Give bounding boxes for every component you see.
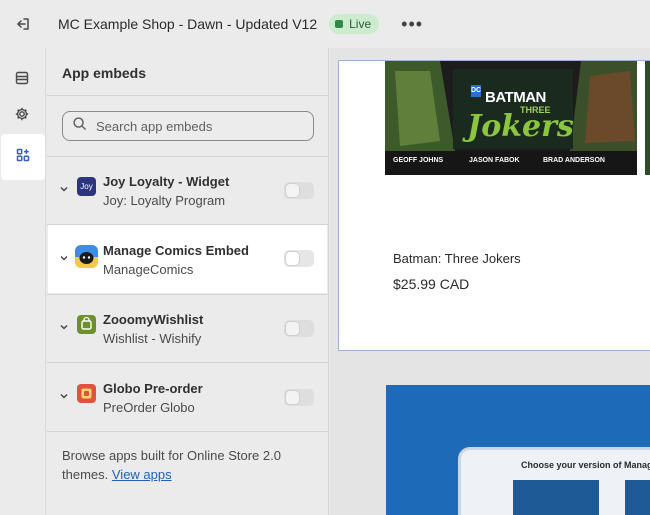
divider [47,431,329,432]
joy-app-icon: Joy [77,177,96,196]
browse-apps-note: Browse apps built for Online Store 2.0 t… [62,446,312,484]
cover-title-top: BATMAN [485,89,546,106]
preorder-app-icon [77,384,96,403]
chevron-down-icon[interactable] [59,322,69,332]
toggle-knob [286,391,299,404]
product-title[interactable]: Batman: Three Jokers [393,251,521,266]
view-apps-link[interactable]: View apps [112,467,172,482]
embed-toggle[interactable] [284,320,314,337]
app-embed-icon [15,147,31,168]
embed-app-name: ManageComics [103,262,194,277]
product-card[interactable]: DC BATMAN THREE Jokers GEOFF JOHNS JASON… [338,60,650,351]
banner-device-mockup: Choose your version of Manage [458,447,650,515]
chevron-down-icon[interactable] [59,391,69,401]
banner-image: Choose your version of Manage [386,385,650,515]
embed-app-name: Joy: Loyalty Program [103,193,226,208]
cover-credit: JASON FABOK [469,157,520,164]
sections-button[interactable] [4,62,40,98]
gear-icon [14,106,30,127]
embed-row-joy-loyalty[interactable]: Joy Joy Loyalty - Widget Joy: Loyalty Pr… [47,156,329,224]
theme-preview: DC BATMAN THREE Jokers GEOFF JOHNS JASON… [330,48,650,515]
product-price: $25.99 CAD [393,276,470,292]
theme-settings-button[interactable] [4,98,40,134]
embed-name: ZooomyWishlist [103,312,204,327]
search-box[interactable] [62,111,314,141]
banner-tile [625,480,650,515]
cover-credit: GEOFF JOHNS [393,157,444,164]
embed-toggle[interactable] [284,389,314,406]
embed-name: Manage Comics Embed [103,243,249,258]
embed-row-zooomy-wishlist[interactable]: ZooomyWishlist Wishlist - Wishify [47,294,329,362]
status-badge-label: Live [349,17,372,31]
cover-title-main: Jokers [467,109,574,144]
joy-app-icon-label: Joy [80,182,93,191]
shop-title: MC Example Shop - Dawn - Updated V12 [58,16,318,32]
embed-app-name: Wishlist - Wishify [103,331,202,346]
sections-icon [14,70,30,91]
search-input[interactable] [96,118,296,134]
toggle-knob [286,322,299,335]
more-actions-button[interactable]: ••• [401,15,423,33]
embed-name: Globo Pre-order [103,381,203,396]
sidebar-rail [0,48,46,515]
cover-brand-logo: DC [471,87,482,94]
next-product-image[interactable] [645,61,650,175]
toggle-knob [286,252,299,265]
status-badge: Live [329,14,380,34]
exit-icon[interactable] [0,1,46,47]
app-embeds-panel: App embeds Joy Joy Loyalty - Widget Joy:… [47,48,329,515]
panel-title: App embeds [62,65,147,81]
banner-caption: Choose your version of Manage [521,460,650,470]
embed-toggle[interactable] [284,182,314,199]
top-bar: MC Example Shop - Dawn - Updated V12 Liv… [0,0,650,48]
chevron-down-icon[interactable] [59,253,69,263]
search-icon [72,116,87,136]
manage-comics-app-icon [75,245,98,268]
divider [47,95,329,96]
cover-credit: BRAD ANDERSON [543,157,605,164]
embed-row-globo-preorder[interactable]: Globo Pre-order PreOrder Globo [47,363,329,431]
chevron-down-icon[interactable] [59,184,69,194]
embed-toggle[interactable] [284,250,314,267]
product-image[interactable]: DC BATMAN THREE Jokers GEOFF JOHNS JASON… [385,61,637,175]
toggle-knob [286,184,299,197]
app-embeds-button[interactable] [1,134,45,180]
embed-app-name: PreOrder Globo [103,400,195,415]
embed-name: Joy Loyalty - Widget [103,174,230,189]
embed-row-manage-comics[interactable]: Manage Comics Embed ManageComics [48,225,327,293]
wishlist-app-icon [77,315,96,334]
live-dot-icon [335,20,344,28]
banner-tile [513,480,599,515]
